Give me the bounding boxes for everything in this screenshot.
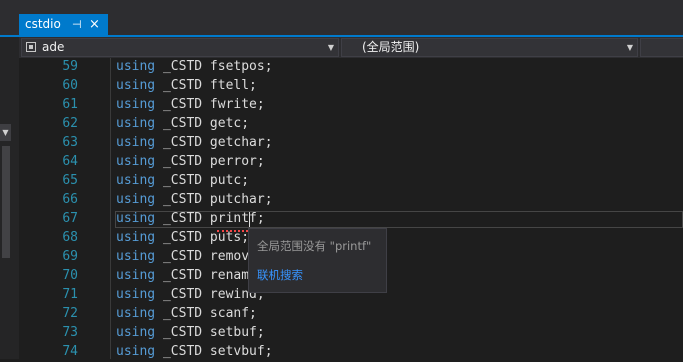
code-line[interactable]: 62 using _CSTD getc; [19,115,683,134]
document-tab-strip: cstdio ⊣ × [0,0,683,37]
line-number: 63 [62,135,78,150]
keyword: using [116,325,156,340]
keyword: using [116,97,156,112]
keyword: using [116,344,156,359]
member-dropdown[interactable] [640,38,683,57]
keyword: using [116,59,156,74]
line-number: 71 [62,287,78,302]
project-dropdown-value: ade [42,40,65,54]
line-number: 73 [62,325,78,340]
code-line[interactable]: 65 using _CSTD putc; [19,172,683,191]
code-rest: _CSTD putchar; [155,192,273,207]
code-text[interactable]: using _CSTD getc; [116,116,249,131]
keyword: using [116,116,156,131]
line-number: 67 [62,211,78,226]
code-rest: _CSTD ftell; [155,78,257,93]
line-number: 65 [62,173,78,188]
code-rest: _CSTD getchar; [155,135,273,150]
keyword: using [116,173,156,188]
chevron-down-icon[interactable]: ▼ [627,39,633,56]
code-text[interactable]: using _CSTD fsetpos; [116,59,273,74]
code-text[interactable]: using _CSTD fwrite; [116,97,265,112]
code-line[interactable]: 67 using _CSTD printf; [19,210,683,232]
line-number: 72 [62,306,78,321]
line-number: 62 [62,116,78,131]
keyword: using [116,78,156,93]
keyword: using [116,192,156,207]
keyword: using [116,287,156,302]
tooltip-message: 全局范围没有 "printf" [257,239,372,253]
code-rest: _CSTD perror; [155,154,265,169]
code-text[interactable]: using _CSTD putchar; [116,192,273,207]
code-rest: _CSTD scanf; [155,306,257,321]
nav-left-gap [0,37,19,58]
code-text[interactable]: using _CSTD ftell; [116,78,257,93]
code-text[interactable]: using _CSTD perror; [116,154,265,169]
keyword: using [116,306,156,321]
line-number: 61 [62,97,78,112]
search-online-link[interactable]: 联机搜索 [257,267,303,283]
code-text[interactable]: using _CSTD puts; [116,230,249,245]
code-text[interactable]: using _CSTD getchar; [116,135,273,150]
keyword: using [116,211,156,226]
chevron-down-icon[interactable]: ▼ [328,39,334,56]
code-rest: _CSTD fwrite; [155,97,265,112]
line-number: 68 [62,230,78,245]
line-number: 66 [62,192,78,207]
line-number: 74 [62,344,78,359]
line-number: 64 [62,154,78,169]
line-number: 70 [62,268,78,283]
left-side-panel: ▼ [0,58,19,359]
line-number: 60 [62,78,78,93]
code-text[interactable]: using _CSTD setvbuf; [116,344,273,359]
code-line[interactable]: 59 using _CSTD fsetpos; [19,58,683,77]
keyword: using [116,135,156,150]
side-dropdown-button[interactable]: ▼ [0,124,11,141]
keyword: using [116,268,156,283]
pin-icon[interactable]: ⊣ [72,14,82,35]
project-dropdown[interactable]: ade ▼ [21,38,339,57]
line-number: 59 [62,59,78,74]
scope-dropdown[interactable]: (全局范围) ▼ [341,38,638,57]
code-text[interactable]: using _CSTD setbuf; [116,325,265,340]
keyword: using [116,154,156,169]
code-rest: _CSTD setbuf; [155,325,265,340]
code-line[interactable]: 61 using _CSTD fwrite; [19,96,683,115]
code-text[interactable]: using _CSTD rename; [116,268,265,283]
code-text[interactable]: using _CSTD remove; [116,249,265,264]
text-caret [248,212,250,227]
code-text[interactable]: using _CSTD scanf; [116,306,257,321]
close-icon[interactable]: × [89,14,100,35]
code-editor[interactable]: 59 using _CSTD fsetpos; 60 using _CSTD ftel… [19,58,683,359]
code-rest: _CSTD fsetpos; [155,59,273,74]
code-rest: _CSTD putc; [155,173,250,188]
navigation-bar: ade ▼ (全局范围) ▼ [0,37,683,58]
side-scrollbar-thumb[interactable] [2,146,10,258]
keyword: using [116,230,156,245]
tab-cstdio[interactable]: cstdio ⊣ × [19,14,108,35]
keyword: using [116,249,156,264]
code-text[interactable]: using _CSTD putc; [116,173,249,188]
code-rest: _CSTD getc; [155,116,250,131]
code-rest: _CSTD puts; [155,230,250,245]
code-line[interactable]: 74 using _CSTD setvbuf; [19,343,683,362]
code-line[interactable]: 66 using _CSTD putchar; [19,191,683,210]
code-line[interactable]: 73 using _CSTD setbuf; [19,324,683,343]
error-tooltip: 全局范围没有 "printf" 联机搜索 [248,228,387,293]
code-line[interactable]: 60 using _CSTD ftell; [19,77,683,96]
code-line[interactable]: 64 using _CSTD perror; [19,153,683,172]
project-icon [26,42,36,52]
scope-dropdown-value: (全局范围) [362,40,420,54]
line-number: 69 [62,249,78,264]
code-text[interactable]: using _CSTD rewind; [116,287,265,302]
tab-title: cstdio [25,17,61,31]
code-line[interactable]: 63 using _CSTD getchar; [19,134,683,153]
code-rest: _CSTD setvbuf; [155,344,273,359]
code-text[interactable]: using _CSTD printf; [116,211,265,226]
code-line[interactable]: 72 using _CSTD scanf; [19,305,683,324]
